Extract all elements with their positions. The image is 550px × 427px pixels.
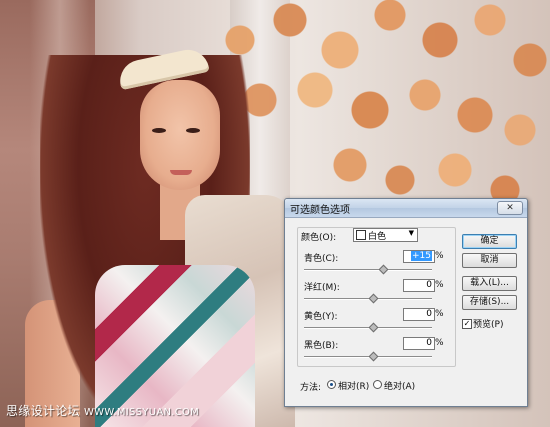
yellow-label: 黄色(Y): (304, 312, 338, 322)
magenta-label: 洋红(M): (304, 283, 340, 293)
absolute-radio[interactable] (373, 380, 382, 389)
preview-label: 预览(P) (473, 320, 504, 330)
relative-radio-label: 相对(R) (338, 382, 370, 392)
close-icon: ✕ (506, 203, 514, 213)
relative-radio[interactable] (327, 380, 336, 389)
method-label: 方法: (300, 383, 322, 393)
yellow-value: 0 (426, 309, 432, 319)
cyan-percent: % (435, 251, 444, 261)
dialog-title: 可选颜色选项 (290, 205, 350, 216)
black-label: 黑色(B): (304, 341, 339, 351)
yellow-percent: % (435, 309, 444, 319)
magenta-percent: % (435, 280, 444, 290)
magenta-value: 0 (426, 280, 432, 290)
save-button[interactable]: 存储(S)... (462, 295, 517, 310)
dialog-title-bar[interactable]: 可选颜色选项 ✕ (285, 199, 527, 218)
cyan-label: 青色(C): (304, 254, 339, 264)
selective-color-dialog: 可选颜色选项 ✕ 颜色(O): 白色 ▼ 青色(C): +15 % 洋红(M):… (284, 198, 528, 407)
yellow-input[interactable]: 0 (403, 308, 435, 321)
load-button[interactable]: 载入(L)... (462, 276, 517, 291)
watermark: 思缘设计论坛 WWW.MISSYUAN.COM (6, 402, 199, 419)
color-swatch-icon (356, 230, 366, 240)
checkmark-icon: ✓ (463, 319, 471, 328)
black-value: 0 (426, 338, 432, 348)
cyan-value: +15 (411, 251, 432, 261)
close-button[interactable]: ✕ (497, 201, 523, 215)
model-mouth (170, 170, 192, 175)
preview-checkbox[interactable]: ✓ (462, 319, 472, 329)
absolute-radio-label: 绝对(A) (384, 382, 416, 392)
chevron-down-icon: ▼ (408, 229, 414, 237)
colors-label: 颜色(O): (301, 233, 337, 243)
model-eye-left (152, 128, 166, 133)
black-input[interactable]: 0 (403, 337, 435, 350)
colors-dropdown[interactable]: 白色 ▼ (353, 228, 418, 242)
black-percent: % (435, 338, 444, 348)
cyan-input[interactable]: +15 (403, 250, 435, 263)
colors-dropdown-value: 白色 (368, 232, 387, 242)
cyan-slider-track[interactable] (304, 269, 432, 271)
ok-button[interactable]: 确定 (462, 234, 517, 249)
watermark-text: 思缘设计论坛 (6, 404, 80, 418)
model-eye-right (186, 128, 200, 133)
cancel-button[interactable]: 取消 (462, 253, 517, 268)
watermark-url: WWW.MISSYUAN.COM (83, 407, 200, 418)
magenta-input[interactable]: 0 (403, 279, 435, 292)
autumn-leaves (220, 0, 550, 210)
